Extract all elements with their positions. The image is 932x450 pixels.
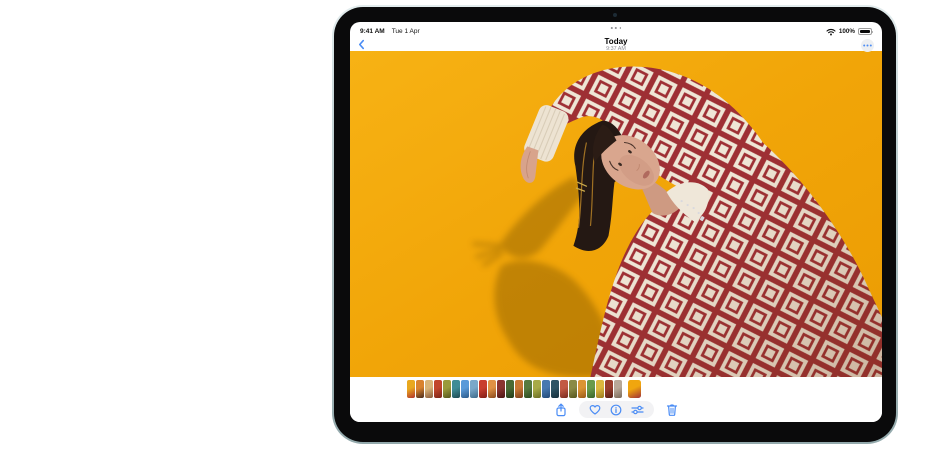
status-bar: 9:41 AM Tue 1 Apr 100% xyxy=(350,22,882,38)
thumbnail[interactable] xyxy=(452,380,460,398)
trash-icon xyxy=(666,403,678,416)
more-button[interactable] xyxy=(861,39,874,52)
title-box: Today 9:37 AM xyxy=(350,38,882,52)
ipad-screen: 9:41 AM Tue 1 Apr 100% xyxy=(350,22,882,422)
thumbnail[interactable] xyxy=(605,380,613,398)
thumbnail[interactable] xyxy=(524,380,532,398)
thumbnail[interactable] xyxy=(443,380,451,398)
toolbar xyxy=(350,401,882,418)
multitask-indicator[interactable] xyxy=(611,27,621,29)
photo-image xyxy=(350,51,882,377)
info-button[interactable] xyxy=(610,404,622,416)
status-date: Tue 1 Apr xyxy=(392,28,420,35)
photo-timestamp: 9:37 AM xyxy=(350,46,882,52)
info-icon xyxy=(610,404,622,416)
thumbnail[interactable] xyxy=(533,380,541,398)
battery-icon xyxy=(858,28,872,35)
navigation-bar: Today 9:37 AM xyxy=(350,38,882,51)
thumbnail[interactable] xyxy=(515,380,523,398)
selected-thumbnail[interactable] xyxy=(628,380,641,398)
front-camera xyxy=(613,13,617,17)
battery-percent: 100% xyxy=(839,28,855,35)
ipad-bezel: 9:41 AM Tue 1 Apr 100% xyxy=(334,7,896,442)
status-right: 100% xyxy=(826,28,872,36)
photo-view[interactable] xyxy=(350,51,882,377)
thumbnail[interactable] xyxy=(551,380,559,398)
thumbnail[interactable] xyxy=(578,380,586,398)
thumbnail[interactable] xyxy=(407,380,415,398)
favorite-button[interactable] xyxy=(589,404,601,416)
thumbnail[interactable] xyxy=(614,380,622,398)
bottom-bar xyxy=(350,377,882,422)
status-time: 9:41 AM xyxy=(360,28,385,35)
thumbnail[interactable] xyxy=(479,380,487,398)
ellipsis-icon xyxy=(863,44,872,47)
share-icon xyxy=(555,403,567,417)
thumbnail[interactable] xyxy=(425,380,433,398)
thumbnail[interactable] xyxy=(506,380,514,398)
thumbnail[interactable] xyxy=(542,380,550,398)
thumbnail[interactable] xyxy=(497,380,505,398)
ipad-device-frame: 9:41 AM Tue 1 Apr 100% xyxy=(332,5,898,444)
thumbnail[interactable] xyxy=(587,380,595,398)
thumbnail[interactable] xyxy=(434,380,442,398)
adjust-icon xyxy=(631,404,644,416)
toolbar-pill xyxy=(579,401,654,418)
thumbnail[interactable] xyxy=(596,380,604,398)
thumbnail[interactable] xyxy=(416,380,424,398)
thumbnail[interactable] xyxy=(560,380,568,398)
thumbnail[interactable] xyxy=(470,380,478,398)
status-left: 9:41 AM Tue 1 Apr xyxy=(360,28,420,35)
page-background: 9:41 AM Tue 1 Apr 100% xyxy=(0,0,932,450)
heart-icon xyxy=(589,404,601,416)
thumbnail-strip xyxy=(407,380,641,398)
thumbnail[interactable] xyxy=(569,380,577,398)
adjust-button[interactable] xyxy=(631,404,644,416)
thumbnail[interactable] xyxy=(461,380,469,398)
delete-button[interactable] xyxy=(666,403,678,416)
thumbnail[interactable] xyxy=(488,380,496,398)
share-button[interactable] xyxy=(555,403,567,417)
page-title: Today xyxy=(350,38,882,46)
wifi-icon xyxy=(826,28,836,36)
